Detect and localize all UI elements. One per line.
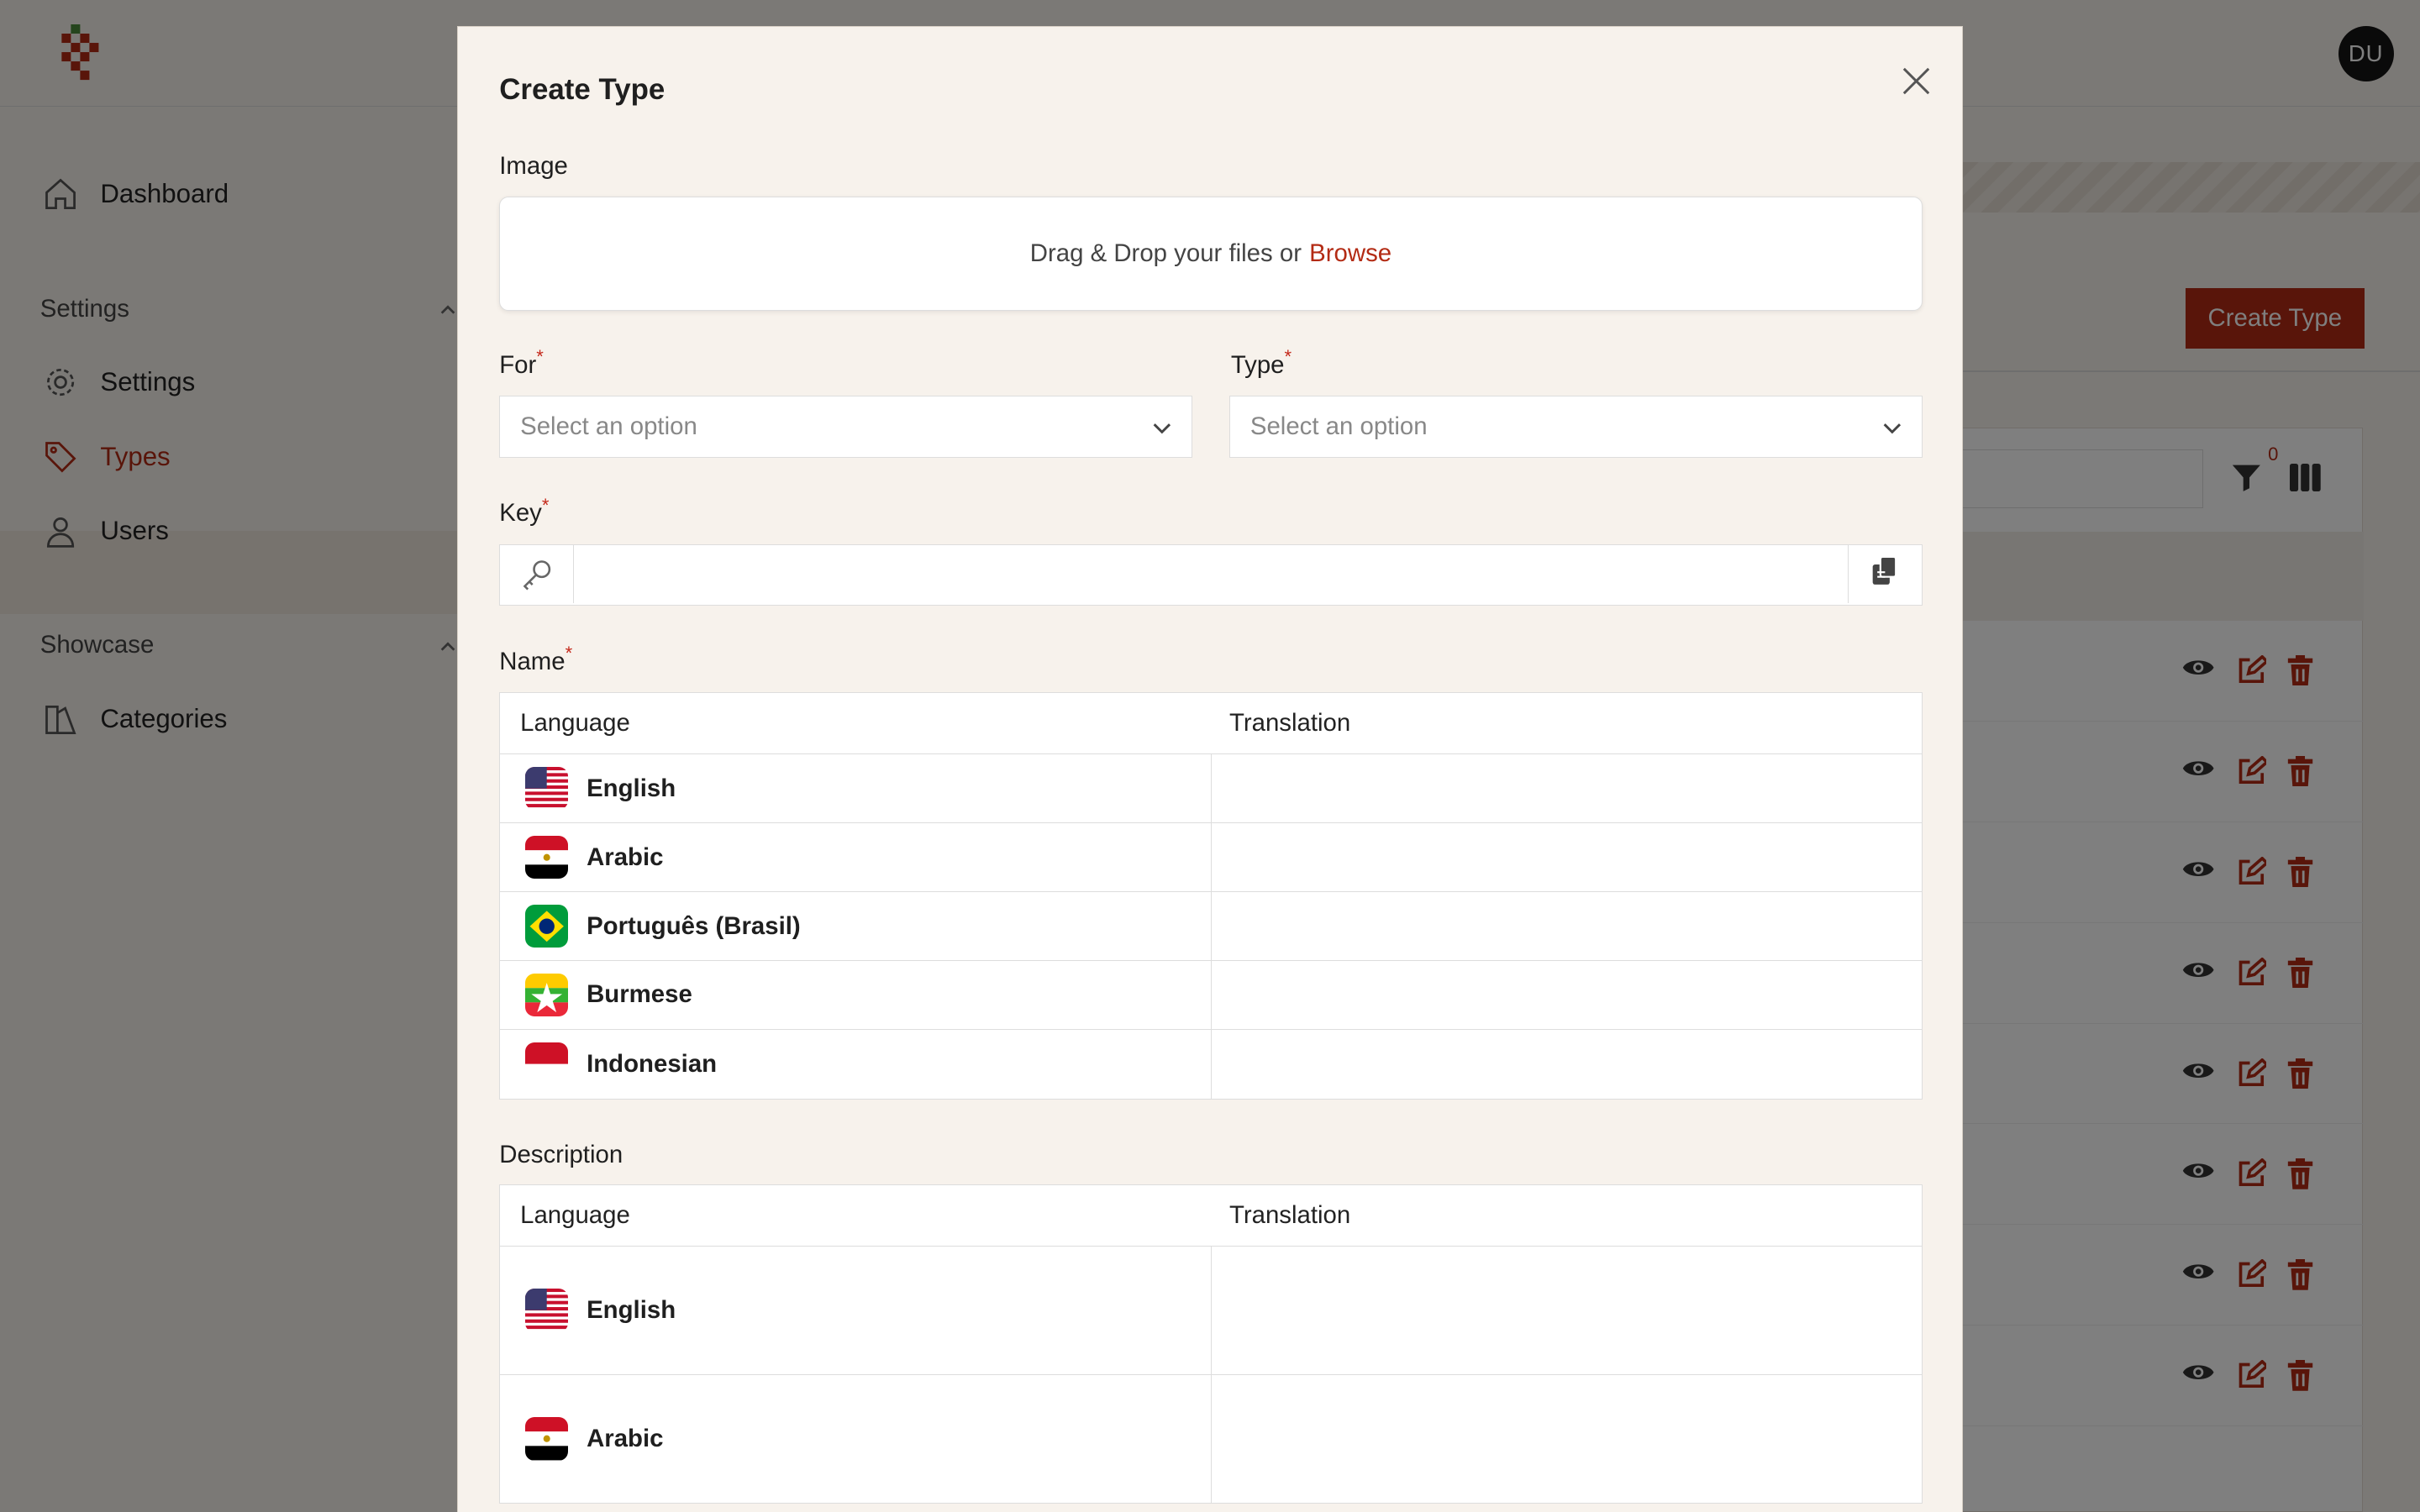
translation-input-burmese[interactable] — [1212, 961, 1922, 1029]
table-header: Language Translation — [500, 693, 1922, 755]
language-name: Indonesian — [587, 1049, 718, 1078]
column-header-language: Language — [520, 709, 630, 738]
flag-english-icon — [524, 1289, 569, 1332]
language-cell: Português (Brasil) — [500, 892, 1212, 960]
browse-link[interactable]: Browse — [1309, 239, 1392, 268]
create-type-modal: Create Type Image Drag & Drop your files… — [456, 26, 1964, 1512]
flag-english-icon — [524, 767, 569, 811]
description-translations-table: Language Translation English Arabic — [499, 1184, 1923, 1504]
type-select-placeholder: Select an option — [1249, 412, 1428, 440]
translation-input-portugu-s-brasil[interactable] — [1212, 892, 1922, 960]
close-button[interactable] — [1893, 61, 1939, 108]
name-translations-table: Language Translation English Arabic Portug… — [499, 691, 1923, 1100]
for-select[interactable]: Select an option — [499, 396, 1192, 458]
required-asterisk: * — [541, 494, 550, 516]
language-cell: English — [500, 1247, 1212, 1374]
language-name: English — [587, 774, 676, 802]
flag-burmese-icon — [524, 973, 569, 1017]
language-name: Arabic — [587, 843, 664, 871]
translation-row: Português (Brasil) — [500, 892, 1922, 961]
translation-input-english[interactable] — [1212, 754, 1922, 822]
language-name: Arabic — [587, 1424, 664, 1452]
required-asterisk: * — [536, 346, 544, 368]
language-name: Burmese — [587, 980, 692, 1009]
language-cell: Indonesian — [500, 1029, 1212, 1099]
flag-arabic-icon — [524, 1417, 569, 1461]
for-select-placeholder: Select an option — [520, 412, 697, 440]
language-cell: Arabic — [500, 823, 1212, 892]
name-label-text: Name — [499, 647, 566, 675]
modal-title: Create Type — [499, 73, 666, 107]
table-header: Language Translation — [500, 1185, 1922, 1247]
name-label: Name* — [499, 643, 572, 676]
translation-input-arabic[interactable] — [1212, 1375, 1922, 1503]
for-label: For* — [499, 346, 544, 380]
translation-input-indonesian[interactable] — [1212, 1030, 1922, 1099]
language-cell: Burmese — [500, 961, 1212, 1029]
column-header-translation: Translation — [1228, 709, 1351, 738]
required-asterisk: * — [1284, 346, 1292, 368]
type-select[interactable]: Select an option — [1229, 396, 1923, 458]
translation-row: Indonesian — [500, 1029, 1922, 1099]
language-name: Português (Brasil) — [587, 911, 801, 940]
translation-row: English — [500, 754, 1922, 824]
key-input[interactable] — [574, 544, 1848, 604]
language-cell: English — [500, 754, 1212, 823]
chevron-down-icon — [1881, 417, 1903, 445]
type-label-text: Type — [1230, 350, 1285, 379]
chevron-down-icon — [1151, 417, 1173, 445]
flag-arabic-icon — [524, 835, 569, 879]
key-icon — [500, 544, 575, 604]
image-dropzone[interactable]: Drag & Drop your files or Browse — [499, 197, 1923, 312]
translation-row: Burmese — [500, 961, 1922, 1030]
flag-portugu-s-brasil-icon — [524, 904, 569, 948]
language-name: English — [587, 1295, 676, 1324]
image-label: Image — [499, 151, 568, 180]
description-label: Description — [499, 1141, 623, 1169]
copy-button[interactable] — [1847, 544, 1922, 604]
column-header-language: Language — [520, 1200, 630, 1229]
key-label: Key* — [499, 495, 549, 528]
key-field-group — [499, 543, 1923, 606]
translation-row: Arabic — [500, 1374, 1922, 1504]
translation-row: English — [500, 1247, 1922, 1375]
language-cell: Arabic — [500, 1374, 1212, 1504]
column-header-translation: Translation — [1228, 1200, 1351, 1229]
flag-indonesian-icon — [524, 1042, 569, 1086]
copy-icon — [1870, 555, 1901, 593]
key-label-text: Key — [499, 499, 542, 528]
translation-input-arabic[interactable] — [1212, 823, 1922, 891]
required-asterisk: * — [565, 643, 573, 664]
close-icon — [1902, 67, 1930, 102]
translation-input-english[interactable] — [1212, 1247, 1922, 1373]
for-label-text: For — [499, 350, 537, 379]
type-label: Type* — [1230, 346, 1292, 380]
translation-row: Arabic — [500, 823, 1922, 893]
dropzone-text: Drag & Drop your files or — [1029, 239, 1302, 268]
